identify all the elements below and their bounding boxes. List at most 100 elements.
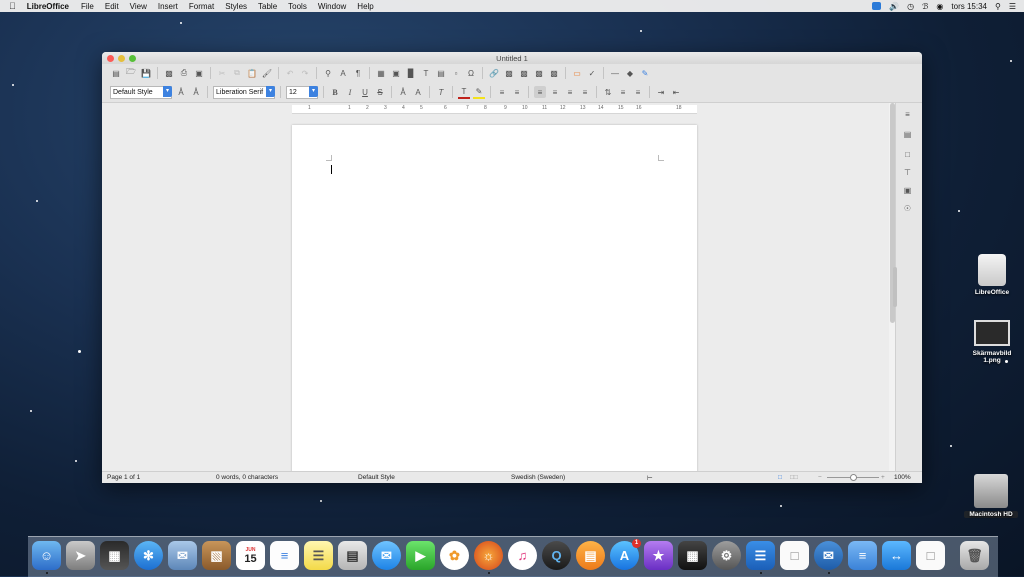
spelling-icon[interactable]: A [337, 67, 349, 79]
menu-window[interactable]: Window [318, 2, 346, 11]
document-area[interactable]: 1 1 2 3 4 5 6 7 8 9 10 11 12 13 14 15 16… [102, 103, 890, 473]
clone-formatting-icon[interactable]: 🖌 [261, 67, 273, 79]
page-count[interactable]: Page 1 of 1 [107, 474, 140, 481]
undo-icon[interactable]: ↶ [284, 67, 296, 79]
increase-indent-icon[interactable]: ⇥ [655, 86, 667, 98]
cut-icon[interactable]: ✂ [216, 67, 228, 79]
chevron-down-icon[interactable]: ▾ [309, 85, 318, 97]
hyperlink-icon[interactable]: 🔗 [488, 67, 500, 79]
insert-line-icon[interactable]: — [609, 67, 621, 79]
finder-icon[interactable]: ☺ [32, 541, 61, 570]
text-language[interactable]: Swedish (Sweden) [511, 474, 565, 481]
clear-formatting-icon[interactable]: T [435, 86, 447, 98]
chevron-down-icon[interactable]: ▾ [266, 85, 275, 97]
footnote-icon[interactable]: ▩ [503, 67, 515, 79]
app-store-icon[interactable]: A 1 [610, 539, 641, 570]
new-style-icon[interactable]: Å [190, 86, 202, 98]
word-count[interactable]: 0 words, 0 characters [216, 474, 278, 481]
bullet-list-icon[interactable]: ≡ [496, 86, 508, 98]
draw-functions-icon[interactable]: ✎ [639, 67, 651, 79]
desktop-screenshot-file[interactable]: Skärmavbild 1.png [964, 320, 1020, 364]
desktop-macintosh-hd[interactable]: Macintosh HD [964, 474, 1018, 518]
zoom-in-icon[interactable]: + [881, 474, 885, 481]
notification-center-icon[interactable]: ☰ [1009, 2, 1016, 11]
insert-image-icon[interactable]: ▣ [390, 67, 402, 79]
cross-reference-icon[interactable]: ▩ [548, 67, 560, 79]
align-center-icon[interactable]: ≡ [549, 86, 561, 98]
document-icon[interactable]: □ [780, 541, 809, 570]
font-name-combo[interactable]: Liberation Serif ▾ [213, 85, 275, 99]
save-icon[interactable]: 💾 [140, 67, 152, 79]
underline-icon[interactable]: U [359, 86, 371, 98]
ibooks-icon[interactable]: ▤ [576, 541, 605, 570]
export-pdf-icon[interactable]: ▩ [163, 67, 175, 79]
sidebar-settings-icon[interactable]: ≡ [902, 109, 913, 120]
menu-file[interactable]: File [81, 2, 94, 11]
calendar-icon[interactable]: JUN 15 [236, 541, 265, 570]
apple-icon[interactable]:  [9, 1, 16, 11]
decrease-paragraph-spacing-icon[interactable]: ≡ [632, 86, 644, 98]
messages-icon[interactable]: ✉ [372, 541, 401, 570]
horizontal-ruler[interactable]: 1 1 2 3 4 5 6 7 8 9 10 11 12 13 14 15 16… [292, 105, 697, 114]
desktop-libreoffice-volume[interactable]: LibreOffice [966, 254, 1018, 296]
zoom-level[interactable]: 100% [894, 474, 911, 481]
open-folder-icon[interactable]: 🗁 [125, 67, 137, 79]
safari-icon[interactable]: ✻ [134, 541, 163, 570]
chevron-down-icon[interactable]: ▾ [163, 85, 172, 97]
notes-icon[interactable]: ☰ [304, 541, 333, 570]
update-style-icon[interactable]: Å [175, 86, 187, 98]
styles-icon[interactable]: ⊤ [902, 167, 913, 178]
wifi-icon[interactable]: ◉ [936, 2, 943, 11]
title-bar[interactable]: Untitled 1 [102, 52, 922, 64]
copy-icon[interactable]: ⧉ [231, 67, 243, 79]
basic-shapes-icon[interactable]: ◆ [624, 67, 636, 79]
special-character-icon[interactable]: Ω [465, 67, 477, 79]
new-document-icon[interactable]: ▤ [110, 67, 122, 79]
track-changes-icon[interactable]: ✓ [586, 67, 598, 79]
highlight-color-icon[interactable]: ✎ [473, 85, 485, 99]
formatting-marks-icon[interactable]: ¶ [352, 67, 364, 79]
superscript-icon[interactable]: Å [397, 86, 409, 98]
photos-icon[interactable]: ✿ [440, 541, 469, 570]
align-right-icon[interactable]: ≡ [564, 86, 576, 98]
thunderbird-icon[interactable]: ✉ [814, 541, 843, 570]
zoom-slider-knob[interactable] [850, 474, 857, 481]
launchpad-icon[interactable]: ➤ [66, 541, 95, 570]
single-page-view-icon[interactable]: □ [778, 474, 782, 481]
firefox-icon[interactable]: ☼ [474, 541, 503, 570]
multi-page-view-icon[interactable]: □□ [790, 474, 798, 481]
mission-control-icon[interactable]: ▦ [100, 541, 129, 570]
insert-textbox-icon[interactable]: T [420, 67, 432, 79]
mail-icon[interactable]: ✉ [168, 541, 197, 570]
paragraph-style-combo[interactable]: Default Style ▾ [110, 85, 172, 99]
menu-app-name[interactable]: LibreOffice [27, 2, 69, 11]
subscript-icon[interactable]: A [412, 86, 424, 98]
menu-tools[interactable]: Tools [288, 2, 307, 11]
find-replace-icon[interactable]: ⚲ [322, 67, 334, 79]
itunes-icon[interactable]: ♫ [508, 541, 537, 570]
system-preferences-icon[interactable]: ⚙ [712, 541, 741, 570]
bluetooth-icon[interactable]: ℬ [922, 2, 928, 11]
comment-icon[interactable]: ▭ [571, 67, 583, 79]
insert-table-icon[interactable]: ▦ [375, 67, 387, 79]
menu-view[interactable]: View [130, 2, 147, 11]
menu-table[interactable]: Table [258, 2, 277, 11]
teamviewer-icon[interactable]: ↔ [882, 541, 911, 570]
contacts-icon[interactable]: ▧ [202, 541, 231, 570]
zoom-out-icon[interactable]: − [818, 474, 822, 481]
final-cut-icon[interactable]: ▦ [678, 541, 707, 570]
sidebar-resize-handle[interactable] [893, 267, 897, 307]
navigator-icon[interactable]: ☉ [902, 203, 913, 214]
numbered-list-icon[interactable]: ≡ [511, 86, 523, 98]
insert-field-icon[interactable]: ▫ [450, 67, 462, 79]
justify-icon[interactable]: ≡ [579, 86, 591, 98]
menu-styles[interactable]: Styles [225, 2, 247, 11]
redo-icon[interactable]: ↷ [299, 67, 311, 79]
insert-chart-icon[interactable]: ▉ [405, 67, 417, 79]
skype-icon[interactable] [872, 2, 882, 10]
align-left-icon[interactable]: ≡ [534, 86, 546, 98]
reminders-icon[interactable]: ≡ [270, 541, 299, 570]
properties-icon[interactable]: ▤ [902, 129, 913, 140]
bookmark-icon[interactable]: ▩ [533, 67, 545, 79]
decrease-indent-icon[interactable]: ⇤ [670, 86, 682, 98]
